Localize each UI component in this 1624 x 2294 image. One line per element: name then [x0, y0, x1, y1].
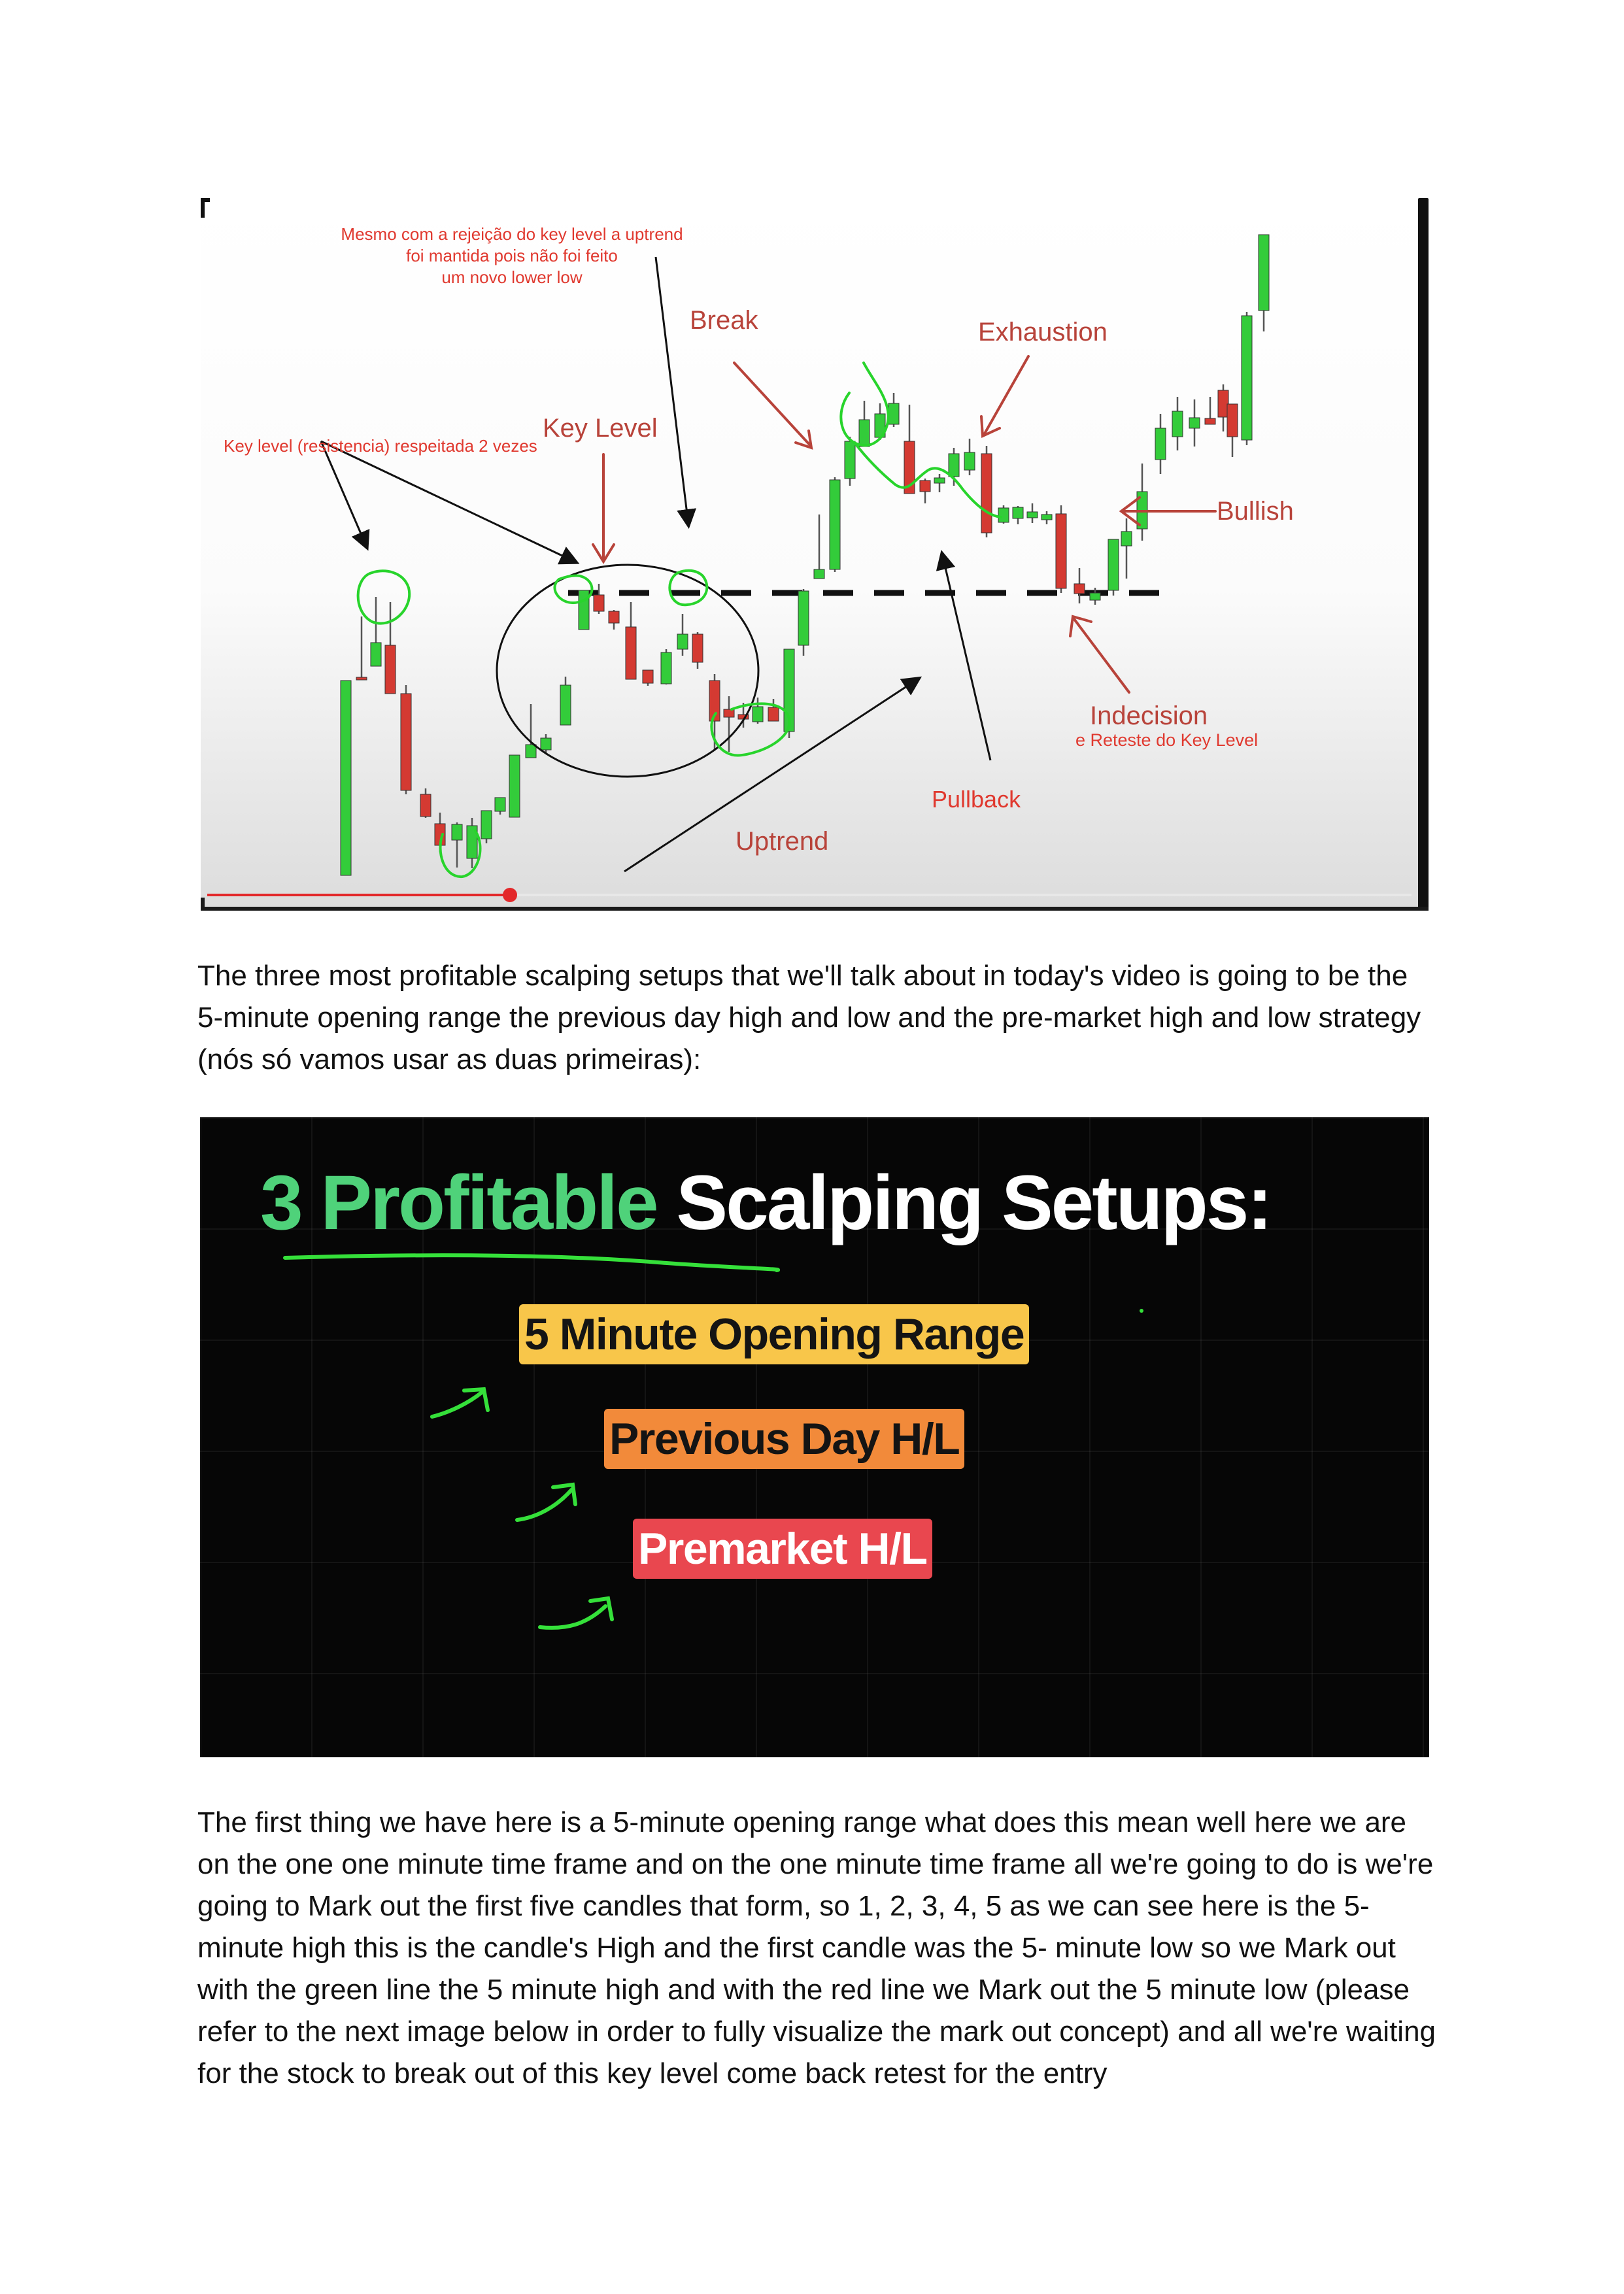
candle-body — [578, 590, 590, 630]
candle-body — [400, 693, 412, 791]
candle-body — [1189, 417, 1200, 429]
annotation-bullish: Bullish — [1217, 497, 1294, 526]
paragraph-setups-intro: The three most profitable scalping setup… — [197, 960, 1421, 1075]
annotation-uptrend: Uptrend — [736, 827, 828, 856]
candle-body — [593, 594, 605, 612]
candle-body — [1204, 418, 1216, 425]
candle-body — [494, 797, 506, 812]
candle-body — [981, 453, 992, 533]
candle-body — [1089, 592, 1101, 601]
candle-body — [660, 652, 672, 684]
candle-body — [1241, 315, 1253, 441]
candle-body — [1108, 539, 1119, 591]
candle-body — [844, 441, 856, 479]
annotation-retest-note: e Reteste do Key Level — [1075, 730, 1258, 750]
candle-body — [798, 590, 809, 646]
candle-body — [451, 824, 463, 841]
candle-body — [813, 569, 825, 579]
candlestick-chart-svg: Mesmo com a rejeição do key level a uptr… — [201, 198, 1429, 911]
candle-body — [752, 706, 764, 722]
document-page: Mesmo com a rejeição do key level a uptr… — [0, 0, 1624, 2294]
candle-body — [340, 680, 352, 876]
candle-body — [1012, 507, 1024, 519]
candle-body — [692, 633, 703, 663]
annotation-indecision: Indecision — [1090, 701, 1208, 730]
candle-body — [1074, 583, 1085, 594]
candle-body — [1121, 531, 1132, 547]
candle-body — [642, 669, 654, 684]
green-arrow-icon — [430, 1387, 490, 1419]
candle-body — [481, 810, 492, 839]
candle-body — [1026, 511, 1038, 518]
candle-body — [525, 744, 537, 758]
slide-green-marks — [283, 1253, 1143, 1630]
candle-body — [356, 677, 367, 681]
candle-body — [560, 684, 571, 726]
candle-body — [677, 633, 688, 650]
candle-body — [370, 642, 382, 667]
candle-body — [919, 480, 931, 492]
candle-body — [858, 419, 870, 447]
candle-body — [829, 479, 841, 570]
annotation-pullback: Pullback — [932, 786, 1021, 813]
candle-body — [384, 645, 396, 694]
paragraph-opening-range-explanation: The first thing we have here is a 5-minu… — [197, 1806, 1436, 2089]
candle-body — [540, 737, 552, 751]
candle-body — [1055, 513, 1067, 589]
candle-body — [1172, 411, 1183, 437]
candle-body — [1041, 514, 1053, 520]
candlestick-chart-screenshot: Mesmo com a rejeição do key level a uptr… — [201, 198, 1429, 911]
candle-body — [625, 626, 637, 680]
candle-body — [888, 403, 900, 425]
title-underline — [283, 1253, 781, 1272]
candle-body — [1258, 234, 1270, 311]
candle-body — [1226, 403, 1238, 437]
candle-body — [1155, 428, 1166, 460]
green-arrow-icon — [515, 1482, 577, 1522]
annotation-exhaustion: Exhaustion — [978, 318, 1108, 346]
candle-body — [509, 754, 520, 818]
annotation-top-note-3: um novo lower low — [441, 267, 583, 287]
candle-body — [934, 477, 945, 484]
candle-body — [608, 611, 620, 624]
candle-body — [948, 453, 960, 477]
candle-body — [964, 452, 975, 471]
candle-body — [768, 707, 779, 722]
scalping-setups-slide: 3 Profitable Scalping Setups: 5 Minute O… — [200, 1117, 1429, 1757]
candle-body — [723, 709, 735, 718]
annotation-top-note-2: foi mantida pois não foi feito — [406, 246, 618, 265]
annotation-key-level-note: Key level (resistencia) respeitada 2 vez… — [224, 436, 537, 456]
annotation-top-note-1: Mesmo com a rejeição do key level a uptr… — [341, 224, 683, 244]
annotation-key-level: Key Level — [543, 414, 658, 443]
candle-body — [420, 794, 431, 817]
green-arrow-icon — [538, 1596, 614, 1630]
candle-body — [998, 507, 1009, 523]
annotation-break: Break — [690, 306, 758, 335]
